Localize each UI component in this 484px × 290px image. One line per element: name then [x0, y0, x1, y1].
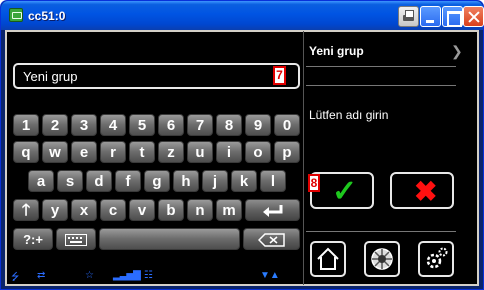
window-title: cc51:0	[28, 9, 66, 23]
print-icon[interactable]	[398, 6, 419, 27]
key-l[interactable]: l	[260, 170, 286, 192]
prompt-text: Lütfen adı girin	[309, 108, 389, 122]
key-t[interactable]: t	[129, 141, 155, 163]
panel-title: Yeni grup	[309, 44, 364, 58]
key-e[interactable]: e	[71, 141, 97, 163]
chevron-right-icon[interactable]: ❯	[451, 43, 463, 60]
key-c[interactable]: c	[100, 199, 126, 221]
key-a[interactable]: a	[28, 170, 54, 192]
key-d[interactable]: d	[86, 170, 112, 192]
keyboard-switch-key[interactable]	[56, 228, 96, 250]
key-f[interactable]: f	[115, 170, 141, 192]
panel-separator	[306, 85, 456, 86]
enter-key[interactable]	[245, 199, 300, 221]
key-2[interactable]: 2	[42, 114, 68, 136]
key-w[interactable]: w	[42, 141, 68, 163]
key-j[interactable]: j	[202, 170, 228, 192]
key-7[interactable]: 7	[187, 114, 213, 136]
key-5[interactable]: 5	[129, 114, 155, 136]
settings-button[interactable]	[418, 241, 454, 277]
key-x[interactable]: x	[71, 199, 97, 221]
key-n[interactable]: n	[187, 199, 213, 221]
check-icon: ✓	[332, 175, 358, 208]
enter-icon	[262, 205, 282, 217]
key-4[interactable]: 4	[100, 114, 126, 136]
network-icon: ☷	[144, 270, 153, 281]
key-u[interactable]: u	[187, 141, 213, 163]
settings-icon	[426, 247, 448, 269]
space-key[interactable]	[99, 228, 240, 250]
key-m[interactable]: m	[216, 199, 242, 221]
maximize-icon[interactable]	[442, 6, 463, 27]
panel-separator	[306, 231, 456, 232]
title-bar[interactable]: cc51:0	[1, 1, 484, 30]
app-icon	[9, 8, 23, 22]
scroll-arrows-icon[interactable]: ▼▲	[260, 270, 280, 281]
key-9[interactable]: 9	[245, 114, 271, 136]
group-name-value: Yeni grup	[23, 69, 78, 84]
backspace-icon	[257, 233, 285, 247]
key-p[interactable]: p	[274, 141, 300, 163]
key-1[interactable]: 1	[13, 114, 39, 136]
home-button[interactable]	[310, 241, 346, 277]
keyboard-icon	[65, 234, 87, 246]
minimize-icon[interactable]	[420, 6, 441, 27]
status-bar: ⭍ ⇄ ☆ ▂▃▅▇ ☷ ▼▲	[7, 270, 303, 284]
key-z[interactable]: z	[158, 141, 184, 163]
key-h[interactable]: h	[173, 170, 199, 192]
shift-icon: 🡑	[21, 202, 31, 219]
status-icon	[371, 248, 393, 270]
shift-key[interactable]: 🡑	[13, 199, 39, 221]
key-g[interactable]: g	[144, 170, 170, 192]
symbols-key[interactable]: ?:+	[13, 228, 53, 250]
home-icon	[317, 247, 339, 270]
key-8[interactable]: 8	[216, 114, 242, 136]
sync-icon: ⇄	[37, 270, 46, 281]
backspace-key[interactable]	[243, 228, 300, 250]
key-i[interactable]: i	[216, 141, 242, 163]
panel-divider	[303, 31, 304, 285]
key-v[interactable]: v	[129, 199, 155, 221]
signal-icon: ▂▃▅▇	[113, 270, 141, 281]
key-0[interactable]: 0	[274, 114, 300, 136]
key-b[interactable]: b	[158, 199, 184, 221]
key-6[interactable]: 6	[158, 114, 184, 136]
status-button[interactable]	[364, 241, 400, 277]
antenna-icon: ☆	[85, 270, 94, 281]
key-k[interactable]: k	[231, 170, 257, 192]
group-name-input[interactable]: Yeni grup	[13, 63, 300, 89]
key-q[interactable]: q	[13, 141, 39, 163]
key-r[interactable]: r	[100, 141, 126, 163]
close-icon[interactable]	[463, 6, 484, 27]
key-o[interactable]: o	[245, 141, 271, 163]
annotation-marker-8: 8	[308, 174, 320, 192]
key-3[interactable]: 3	[71, 114, 97, 136]
panel-separator	[306, 66, 456, 67]
key-s[interactable]: s	[57, 170, 83, 192]
key-y[interactable]: y	[42, 199, 68, 221]
cross-icon: ✖	[414, 176, 438, 207]
connection-icon: ⭍	[11, 272, 20, 283]
cancel-button[interactable]: ✖	[390, 172, 454, 209]
annotation-marker-7: 7	[273, 66, 286, 85]
